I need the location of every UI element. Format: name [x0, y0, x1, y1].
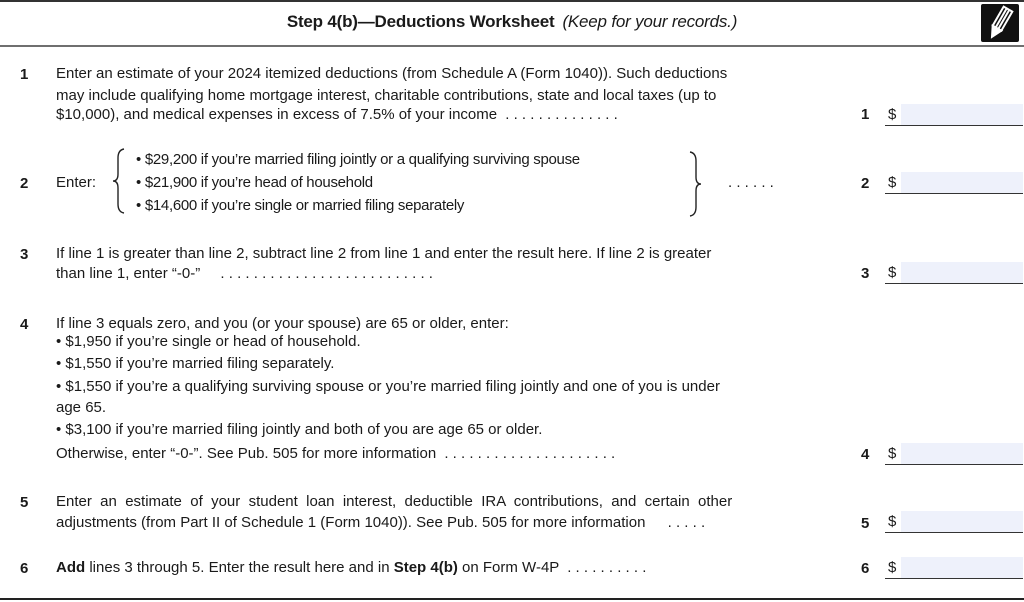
option-item: • $1,550 if you’re married filing separa…	[56, 355, 335, 372]
line-number: 2	[20, 175, 29, 192]
line-6-amount-input[interactable]	[901, 557, 1023, 578]
line-text-part: $10,000), and medical expenses in excess…	[56, 106, 498, 123]
line-ref-number: 1	[861, 106, 870, 123]
line-number: 4	[20, 316, 29, 333]
leader-dots: . . . . . .	[728, 174, 774, 191]
line-text: adjustments (from Part II of Schedule 1 …	[56, 512, 705, 534]
line-ref-number: 4	[861, 446, 870, 463]
line-2-amount-input[interactable]	[901, 172, 1023, 193]
option-item: • $14,600 if you’re single or married fi…	[136, 197, 465, 214]
dollar-sign: $	[888, 106, 897, 123]
bottom-rule	[0, 598, 1024, 600]
option-item: • $1,550 if you’re a qualifying survivin…	[56, 378, 720, 395]
left-brace	[112, 148, 125, 214]
title-note: (Keep for your records.)	[562, 12, 738, 31]
line-1-amount-input[interactable]	[901, 104, 1023, 125]
line-text-part: on Form W-4P	[457, 559, 560, 576]
line-1-amount-field: $	[885, 104, 1023, 126]
leader-dots: . . . . .	[667, 514, 706, 531]
line-text-part: adjustments (from Part II of Schedule 1 …	[56, 514, 646, 531]
line-text: age 65.	[56, 399, 107, 416]
bold-text: Add	[56, 559, 86, 576]
line-number: 3	[20, 246, 29, 263]
line-5-amount-field: $	[885, 511, 1023, 533]
line-4-amount-input[interactable]	[901, 443, 1023, 464]
line-2-amount-field: $	[885, 172, 1023, 194]
line-4-amount-field: $	[885, 443, 1023, 465]
line-5-amount-input[interactable]	[901, 511, 1023, 532]
option-item: • $1,950 if you’re single or head of hou…	[56, 333, 361, 350]
pencil-icon	[981, 4, 1019, 42]
option-item: • $21,900 if you’re head of household	[136, 174, 373, 191]
line-text: Enter an estimate of your 2024 itemized …	[56, 65, 728, 82]
line-text: than line 1, enter “-0-” . . . . . . . .…	[56, 263, 433, 285]
line-ref-number: 3	[861, 265, 870, 282]
option-item: • $3,100 if you’re married filing jointl…	[56, 421, 543, 438]
bold-text: Step 4(b)	[393, 559, 458, 576]
dollar-sign: $	[888, 264, 897, 281]
leader-dots: . . . . . . . . . . . . . . . . . . . . …	[220, 265, 433, 282]
line-text-part: than line 1, enter “-0-”	[56, 265, 201, 282]
line-text: If line 1 is greater than line 2, subtra…	[56, 245, 712, 262]
line-label: Enter:	[56, 174, 97, 191]
line-number: 6	[20, 560, 29, 577]
line-text: $10,000), and medical expenses in excess…	[56, 104, 618, 126]
line-6-amount-field: $	[885, 557, 1023, 579]
title-main: Step 4(b)—Deductions Worksheet	[286, 12, 555, 31]
leader-dots: . . . . . . . . . . . . . .	[505, 106, 618, 123]
right-brace	[689, 151, 702, 217]
line-ref-number: 2	[861, 175, 870, 192]
line-text: Add lines 3 through 5. Enter the result …	[56, 557, 646, 579]
line-text-part: lines 3 through 5. Enter the result here…	[85, 559, 394, 576]
option-item: • $29,200 if you’re married filing joint…	[136, 151, 580, 168]
line-ref-number: 6	[861, 560, 870, 577]
dollar-sign: $	[888, 513, 897, 530]
line-number: 5	[20, 494, 29, 511]
line-3-amount-input[interactable]	[901, 262, 1023, 283]
leader-dots: . . . . . . . . . . . . . . . . . . . . …	[444, 445, 616, 462]
leader-dots: . . . . . . . . . .	[567, 559, 647, 576]
line-text: Enter an estimate of your student loan i…	[56, 493, 733, 510]
header-rule	[0, 45, 1024, 47]
dollar-sign: $	[888, 174, 897, 191]
line-text-part: Otherwise, enter “-0-”. See Pub. 505 for…	[56, 445, 437, 462]
dollar-sign: $	[888, 445, 897, 462]
line-ref-number: 5	[861, 515, 870, 532]
line-number: 1	[20, 66, 29, 83]
dollar-sign: $	[888, 559, 897, 576]
line-3-amount-field: $	[885, 262, 1023, 284]
worksheet-title: Step 4(b)—Deductions Worksheet (Keep for …	[0, 12, 1024, 32]
line-text: Otherwise, enter “-0-”. See Pub. 505 for…	[56, 443, 615, 465]
worksheet-header: Step 4(b)—Deductions Worksheet (Keep for …	[0, 0, 1024, 45]
